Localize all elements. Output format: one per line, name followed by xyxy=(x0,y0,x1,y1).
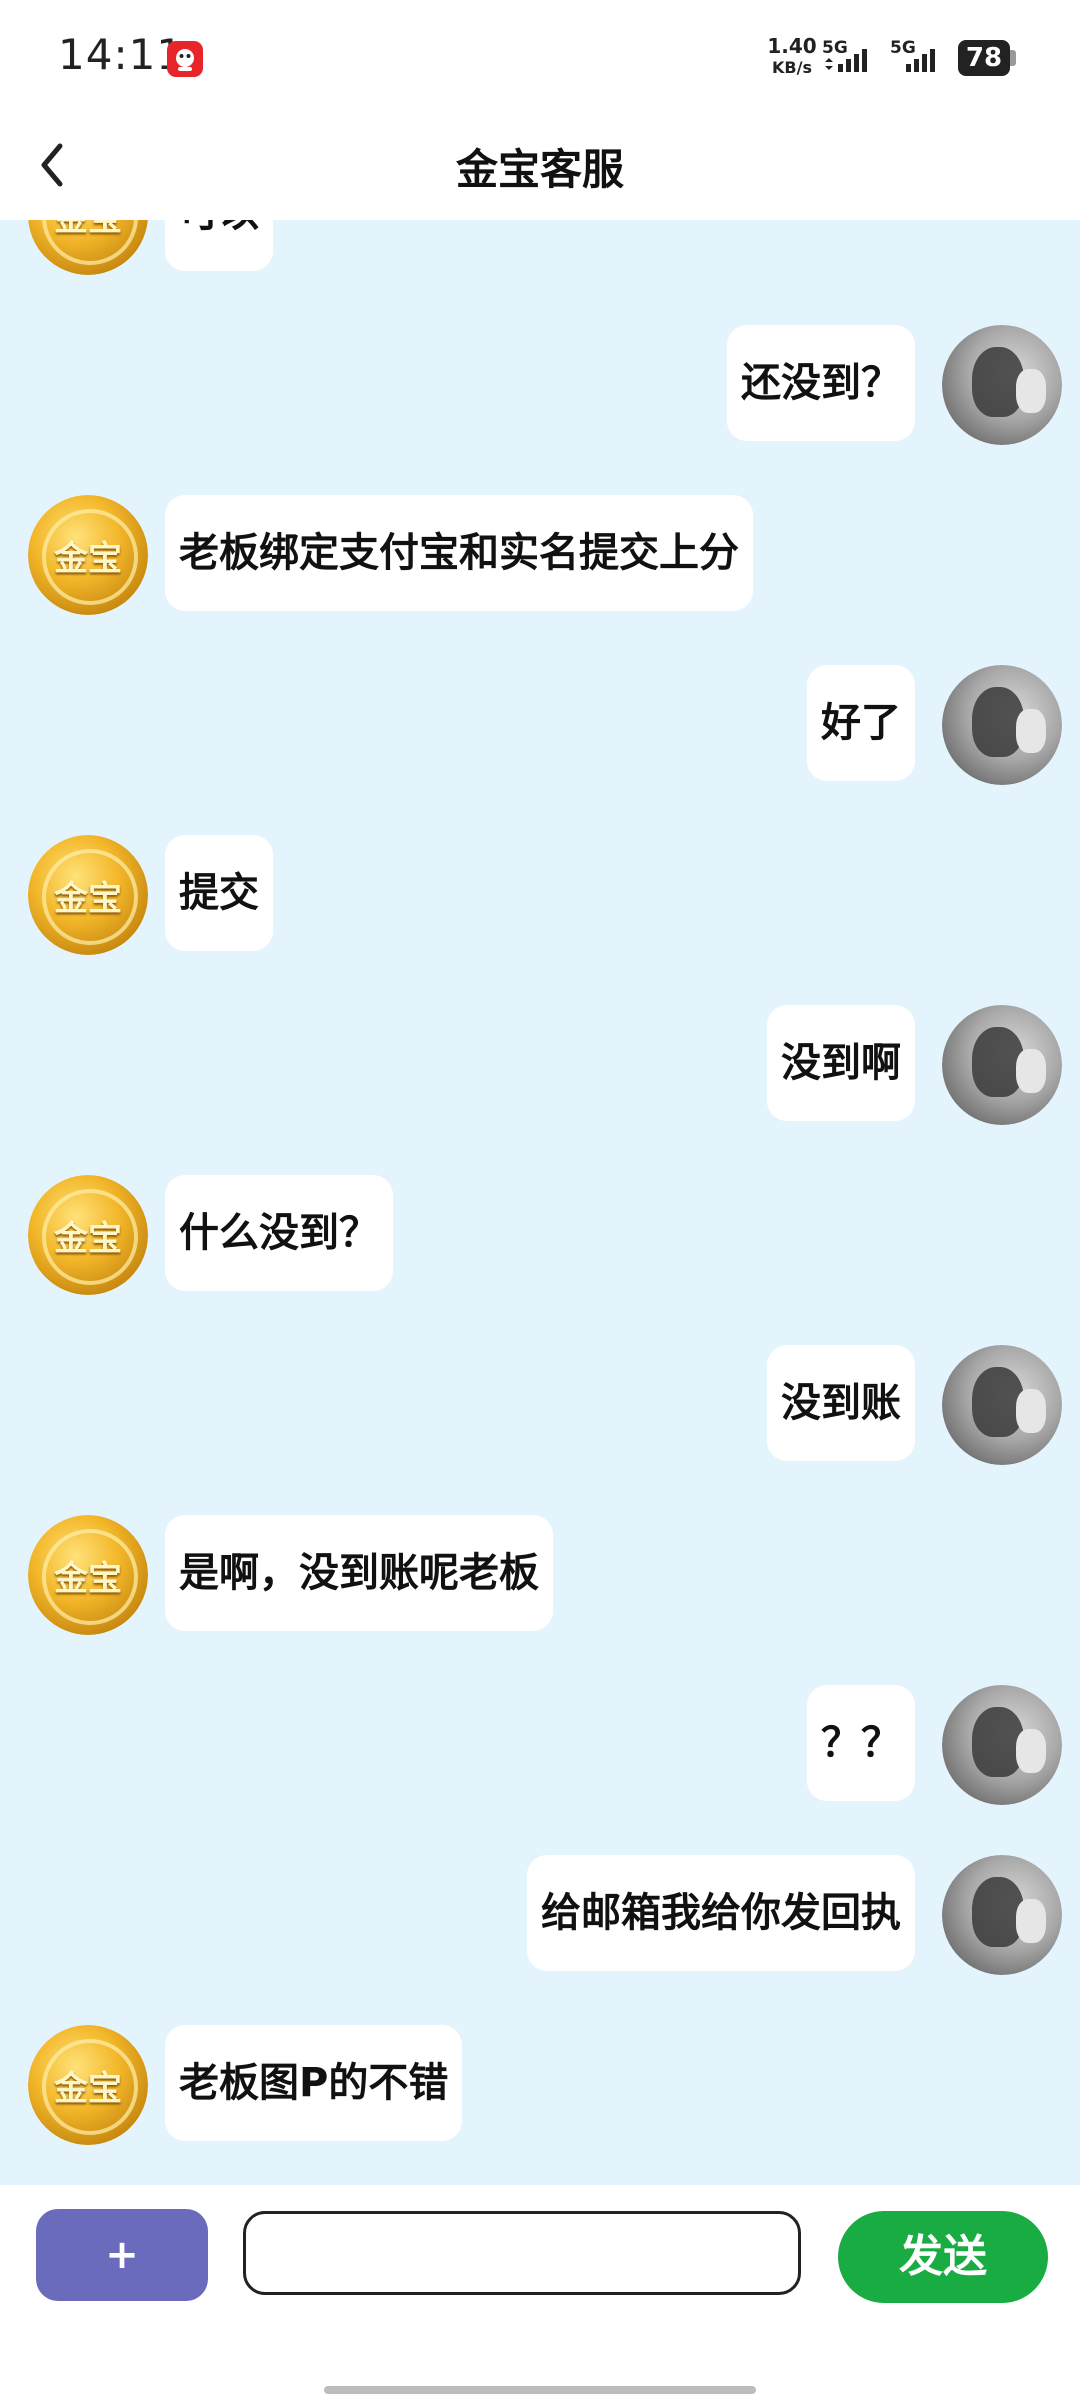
gold-coin-icon: 金宝 xyxy=(28,835,148,955)
signal-5g-icon: 5G xyxy=(822,38,882,78)
user-avatar[interactable] xyxy=(942,1345,1062,1465)
message-row-left: 金宝可以 xyxy=(0,220,1080,275)
avatar-logo-text: 金宝 xyxy=(54,1559,122,1599)
user-photo-icon xyxy=(942,1005,1062,1125)
message-input[interactable] xyxy=(243,2211,801,2295)
user-avatar[interactable] xyxy=(942,1005,1062,1125)
message-row-right: 没到啊 xyxy=(0,1005,1080,1125)
message-bubble[interactable]: 是啊，没到账呢老板 xyxy=(165,1515,553,1631)
user-photo-icon xyxy=(942,1685,1062,1805)
message-row-left: 金宝 老板绑定支付宝和实名提交上分 xyxy=(0,495,1080,615)
user-avatar[interactable] xyxy=(942,325,1062,445)
input-bar: + 发送 xyxy=(0,2185,1080,2400)
service-avatar[interactable]: 金宝 xyxy=(28,2025,148,2145)
service-avatar[interactable]: 金宝 xyxy=(28,1515,148,1635)
user-photo-icon xyxy=(942,325,1062,445)
message-row-right: 好了 xyxy=(0,665,1080,785)
message-bubble[interactable]: 老板绑定支付宝和实名提交上分 xyxy=(165,495,753,611)
gold-coin-icon: 金宝 xyxy=(28,1515,148,1635)
message-row-right: ？？ xyxy=(0,1685,1080,1805)
service-avatar[interactable]: 金宝 xyxy=(28,495,148,615)
message-bubble[interactable]: 没到账 xyxy=(767,1345,915,1461)
message-bubble[interactable]: 什么没到？ xyxy=(165,1175,393,1291)
network-speed: 1.40 KB/s xyxy=(762,36,822,78)
service-avatar[interactable]: 金宝 xyxy=(28,220,148,275)
message-row-right: 给邮箱我给你发回执 xyxy=(0,1855,1080,1975)
page-title: 金宝客服 xyxy=(455,145,624,194)
avatar-logo-text: 金宝 xyxy=(54,1219,122,1259)
user-photo-icon xyxy=(942,1345,1062,1465)
avatar-logo-text: 金宝 xyxy=(28,220,148,240)
message-bubble[interactable]: 没到啊 xyxy=(767,1005,915,1121)
network-speed-value: 1.40 xyxy=(767,34,817,58)
signal-5g-icon-2: 5G xyxy=(890,38,950,78)
message-row-right: 还没到？ xyxy=(0,325,1080,445)
plus-button[interactable]: + xyxy=(36,2209,208,2301)
status-bar: 14:11 1.40 KB/s 5G 5G 78 xyxy=(0,0,1080,110)
battery-level: 78 xyxy=(958,40,1010,76)
gold-coin-icon: 金宝 xyxy=(28,220,148,275)
message-row-left: 金宝 什么没到？ xyxy=(0,1175,1080,1295)
user-photo-icon xyxy=(942,1855,1062,1975)
message-row-left: 金宝 老板图P的不错 xyxy=(0,2025,1080,2145)
user-avatar[interactable] xyxy=(942,1685,1062,1805)
message-bubble[interactable]: 老板图P的不错 xyxy=(165,2025,463,2141)
user-photo-icon xyxy=(942,665,1062,785)
avatar-logo-text: 金宝 xyxy=(54,539,122,579)
gold-coin-icon: 金宝 xyxy=(28,1175,148,1295)
message-bubble[interactable]: 还没到？ xyxy=(727,325,915,441)
app-notification-icon xyxy=(166,40,204,78)
battery-icon: 78 xyxy=(958,40,1018,76)
service-avatar[interactable]: 金宝 xyxy=(28,1175,148,1295)
message-bubble[interactable]: 提交 xyxy=(165,835,273,951)
service-avatar[interactable]: 金宝 xyxy=(28,835,148,955)
network-speed-unit: KB/s xyxy=(772,58,812,77)
avatar-logo-text: 金宝 xyxy=(54,879,122,919)
user-avatar[interactable] xyxy=(942,665,1062,785)
message-bubble[interactable]: 好了 xyxy=(807,665,915,781)
message-row-left: 金宝 提交 xyxy=(0,835,1080,955)
send-button[interactable]: 发送 xyxy=(838,2211,1048,2303)
message-bubble[interactable]: 给邮箱我给你发回执 xyxy=(527,1855,915,1971)
nav-bar: 金宝客服 xyxy=(0,110,1080,220)
home-indicator[interactable] xyxy=(324,2386,756,2394)
gold-coin-icon: 金宝 xyxy=(28,495,148,615)
message-bubble[interactable]: 可以 xyxy=(165,220,273,271)
avatar-logo-text: 金宝 xyxy=(54,2069,122,2109)
chat-messages[interactable]: 金宝可以还没到？金宝老板绑定支付宝和实名提交上分好了金宝提交没到啊金宝什么没到？… xyxy=(0,220,1080,2185)
message-row-right: 没到账 xyxy=(0,1345,1080,1465)
gold-coin-icon: 金宝 xyxy=(28,2025,148,2145)
message-row-left: 金宝 是啊，没到账呢老板 xyxy=(0,1515,1080,1635)
message-bubble[interactable]: ？？ xyxy=(807,1685,915,1801)
user-avatar[interactable] xyxy=(942,1855,1062,1975)
